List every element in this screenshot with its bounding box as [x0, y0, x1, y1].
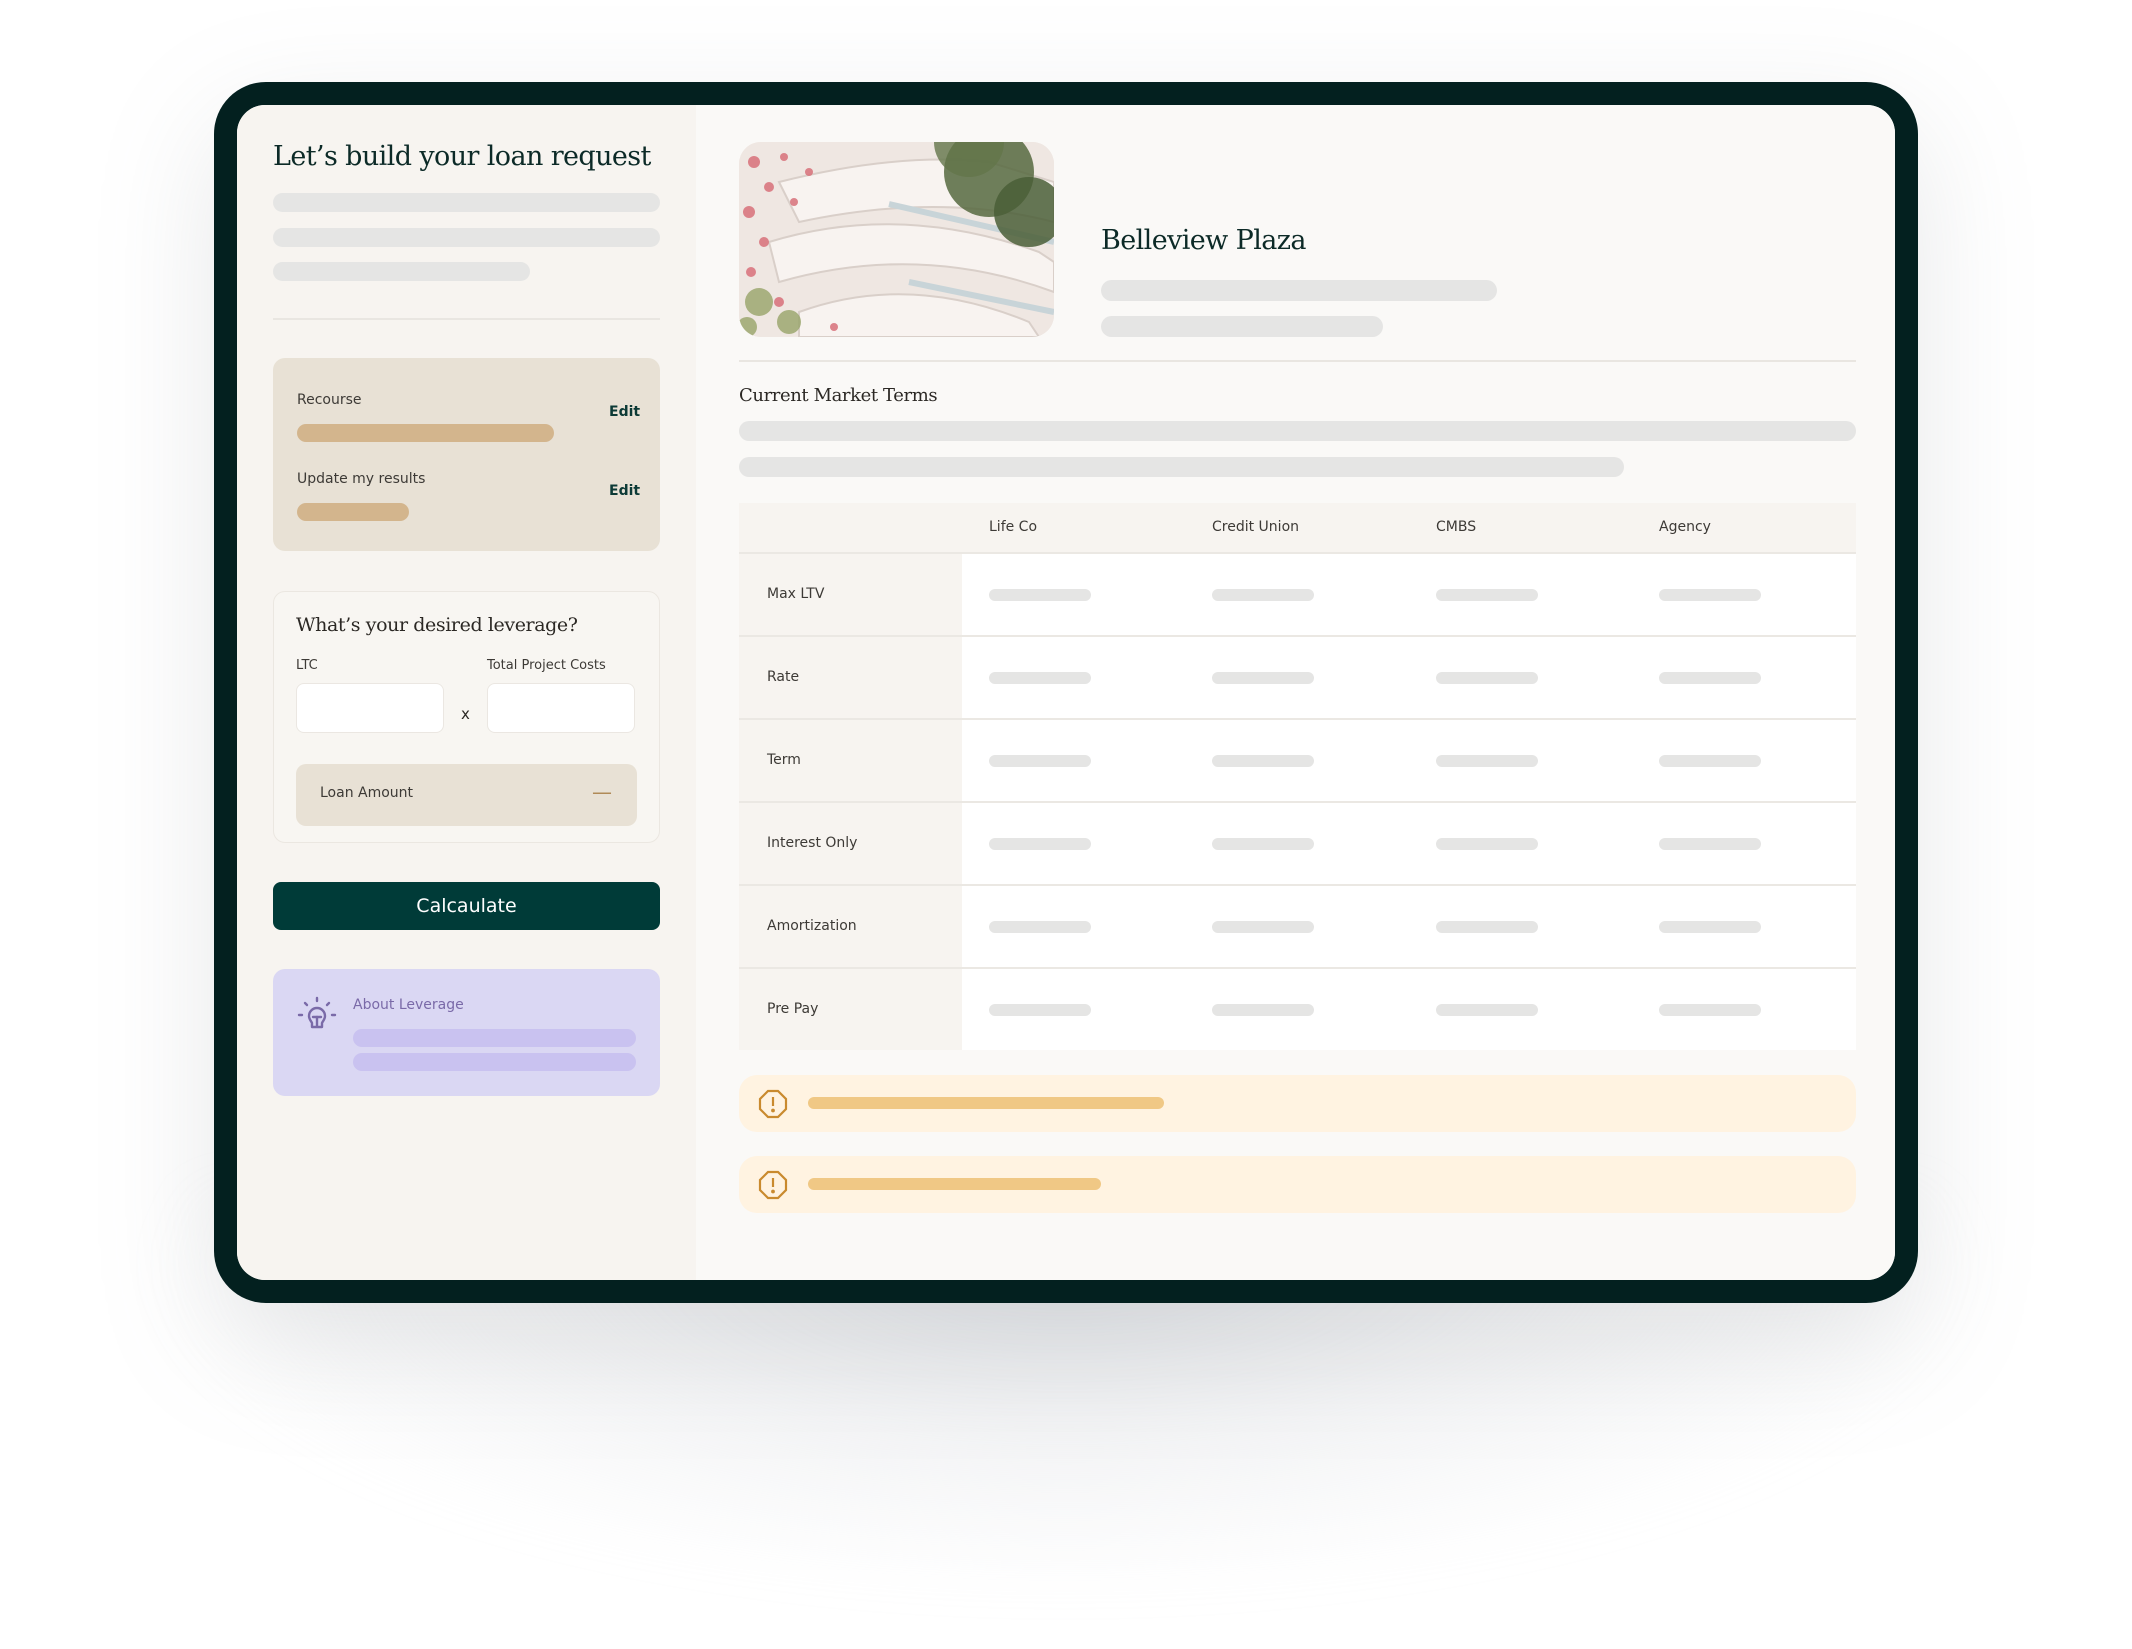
device-frame: Let’s build your loan request Recourse E… — [214, 82, 1918, 1303]
loan-amount-value: — — [592, 780, 612, 804]
page-title: Let’s build your loan request — [273, 141, 651, 172]
cell-value-skeleton — [1659, 672, 1761, 684]
market-terms-table: Life Co Credit Union CMBS Agency Max LTV… — [739, 503, 1856, 1050]
column-header-cmbs: CMBS — [1436, 519, 1477, 535]
row-label-cell: Rate — [739, 637, 962, 718]
row-label: Amortization — [767, 918, 857, 934]
cell-value-skeleton — [1659, 589, 1761, 601]
row-label: Rate — [767, 669, 800, 685]
recourse-value-skeleton — [297, 424, 554, 442]
property-photo — [739, 142, 1054, 337]
leverage-title: What’s your desired leverage? — [296, 614, 578, 636]
update-results-label: Update my results — [297, 471, 426, 487]
alert-skeleton-line — [808, 1178, 1101, 1190]
recourse-label: Recourse — [297, 392, 362, 408]
column-header-life-co: Life Co — [989, 519, 1038, 535]
cell-value-skeleton — [1436, 921, 1538, 933]
market-terms-skeleton-line — [739, 457, 1624, 477]
column-header-agency: Agency — [1659, 519, 1711, 535]
about-leverage-title: About Leverage — [353, 997, 464, 1013]
description-skeleton-line — [273, 193, 660, 212]
property-skeleton-line — [1101, 280, 1497, 301]
row-label-cell: Max LTV — [739, 554, 962, 635]
description-skeleton-line — [273, 228, 660, 247]
table-row: Interest Only — [739, 803, 1856, 886]
row-label: Max LTV — [767, 586, 825, 602]
description-skeleton-line — [273, 262, 530, 281]
leverage-card: What’s your desired leverage? LTC Total … — [273, 591, 660, 843]
lightbulb-icon — [295, 995, 339, 1039]
results-value-skeleton — [297, 503, 409, 521]
alert-skeleton-line — [808, 1097, 1164, 1109]
table-row: Pre Pay — [739, 969, 1856, 1050]
loan-amount-box: Loan Amount — — [296, 764, 637, 826]
app-screen: Let’s build your loan request Recourse E… — [237, 105, 1895, 1280]
divider — [273, 318, 660, 320]
table-row: Amortization — [739, 886, 1856, 969]
row-label-cell: Term — [739, 720, 962, 801]
edit-results-button[interactable]: Edit — [609, 483, 640, 499]
cell-value-skeleton — [989, 838, 1091, 850]
alert-banner — [739, 1075, 1856, 1132]
cell-value-skeleton — [1212, 838, 1314, 850]
table-row: Rate — [739, 637, 1856, 720]
cell-value-skeleton — [989, 1004, 1091, 1016]
cell-value-skeleton — [989, 921, 1091, 933]
cell-value-skeleton — [1436, 672, 1538, 684]
property-skeleton-line — [1101, 316, 1383, 337]
market-terms-skeleton-line — [739, 421, 1856, 441]
cell-value-skeleton — [1212, 589, 1314, 601]
about-leverage-card: About Leverage — [273, 969, 660, 1096]
table-row: Max LTV — [739, 554, 1856, 637]
left-panel: Let’s build your loan request Recourse E… — [237, 105, 696, 1280]
cell-value-skeleton — [1659, 755, 1761, 767]
divider — [739, 360, 1856, 362]
warning-octagon-icon — [758, 1089, 788, 1119]
edit-recourse-button[interactable]: Edit — [609, 404, 640, 420]
cell-value-skeleton — [1212, 921, 1314, 933]
cell-value-skeleton — [1436, 838, 1538, 850]
ltc-input[interactable] — [296, 683, 444, 733]
total-project-costs-input[interactable] — [487, 683, 635, 733]
row-label: Interest Only — [767, 835, 858, 851]
row-label: Pre Pay — [767, 1001, 819, 1017]
cell-value-skeleton — [1212, 672, 1314, 684]
table-row: Term — [739, 720, 1856, 803]
about-skeleton-line — [353, 1029, 636, 1047]
row-label-cell: Interest Only — [739, 803, 962, 884]
total-costs-label: Total Project Costs — [487, 658, 606, 673]
cell-value-skeleton — [1659, 1004, 1761, 1016]
cell-value-skeleton — [1436, 589, 1538, 601]
cell-value-skeleton — [1436, 1004, 1538, 1016]
summary-card: Recourse Edit Update my results Edit — [273, 358, 660, 551]
row-label-cell: Amortization — [739, 886, 962, 967]
cell-value-skeleton — [1436, 755, 1538, 767]
cell-value-skeleton — [1659, 838, 1761, 850]
row-label-cell: Pre Pay — [739, 969, 962, 1050]
cell-value-skeleton — [1212, 1004, 1314, 1016]
column-header-credit-union: Credit Union — [1212, 519, 1300, 535]
warning-octagon-icon — [758, 1170, 788, 1200]
cell-value-skeleton — [1212, 755, 1314, 767]
loan-amount-label: Loan Amount — [320, 785, 414, 801]
right-panel: Belleview Plaza Current Market Terms Lif… — [696, 105, 1895, 1280]
alert-banner — [739, 1156, 1856, 1213]
market-terms-title: Current Market Terms — [739, 385, 938, 406]
cell-value-skeleton — [989, 672, 1091, 684]
row-label: Term — [767, 752, 801, 768]
about-skeleton-line — [353, 1053, 636, 1071]
cell-value-skeleton — [1659, 921, 1761, 933]
property-name: Belleview Plaza — [1101, 225, 1306, 256]
table-body: Max LTV Rate Term Interest Only Amortization… — [739, 554, 1856, 1050]
cell-value-skeleton — [989, 589, 1091, 601]
cell-value-skeleton — [989, 755, 1091, 767]
multiply-symbol: x — [461, 705, 470, 723]
calculate-button[interactable]: Calcaulate — [273, 882, 660, 930]
ltc-label: LTC — [296, 658, 318, 673]
table-header: Life Co Credit Union CMBS Agency — [739, 503, 1856, 554]
